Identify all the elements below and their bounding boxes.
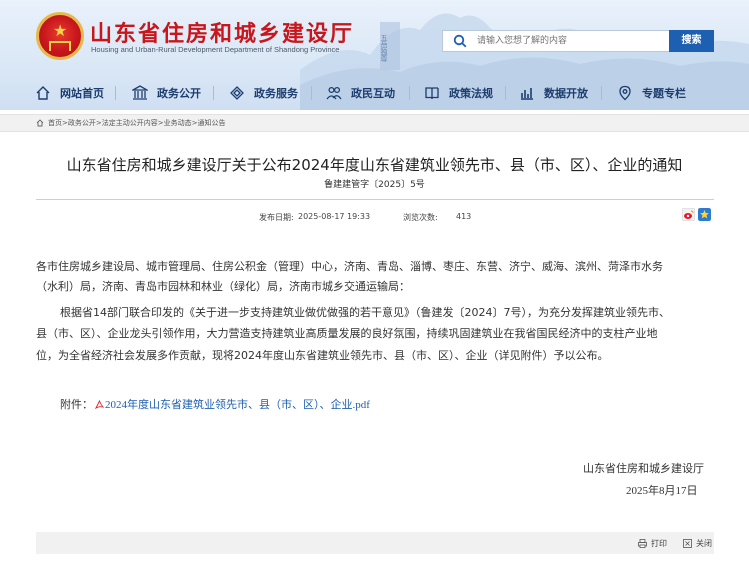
body-paragraph-line: 位，为全省经济社会发展多作贡献，现将2024年度山东省建筑业领先市、县（市、区）… — [36, 349, 609, 362]
national-emblem-logo: ★ — [36, 12, 84, 60]
site-subtitle: Housing and Urban-Rural Development Depa… — [91, 45, 340, 54]
signer: 山东省住房和城乡建设厅 — [583, 462, 704, 475]
service-icon — [230, 86, 244, 100]
views-count: 413 — [456, 212, 472, 221]
recipients-line: （水利）局，济南、青岛市园林和林业（绿化）局，济南市城乡交通运输局： — [36, 280, 410, 293]
search-box[interactable] — [442, 30, 670, 52]
attachment-label: 附件： — [60, 398, 93, 411]
nav-divider — [311, 86, 312, 100]
nav-label: 网站首页 — [60, 87, 104, 100]
chart-icon — [521, 88, 533, 100]
publish-date-label: 发布日期: — [259, 213, 294, 222]
close-label: 关闭 — [696, 539, 712, 548]
site-header: 五岳独尊 ★ 山东省住房和城乡建设厅 Housing and Urban-Rur… — [0, 0, 749, 110]
nav-item-policy[interactable]: 政策法规 — [424, 78, 493, 108]
search-button[interactable]: 搜索 — [669, 30, 714, 52]
pdf-icon — [95, 399, 104, 409]
attachment-link[interactable]: 2024年度山东省建筑业领先市、县（市、区）、企业.pdf — [105, 396, 370, 412]
print-button[interactable]: 打印 — [638, 538, 667, 549]
breadcrumb-bar: 首页>政务公开>法定主动公开内容>业务动态>通知公告 — [0, 114, 749, 132]
nav-divider — [409, 86, 410, 100]
site-title[interactable]: 山东省住房和城乡建设厅 — [90, 16, 354, 48]
title-divider — [36, 199, 714, 200]
nav-divider — [601, 86, 602, 100]
book-icon — [425, 87, 439, 100]
nav-divider — [505, 86, 506, 100]
nav-item-gov-open[interactable]: 政务公开 — [132, 78, 201, 108]
main-nav: 网站首页 政务公开 政务服务 政民互动 政策法规 数据开放 专题专栏 — [0, 78, 749, 108]
weibo-share-icon[interactable] — [682, 208, 695, 221]
nav-label: 专题专栏 — [642, 87, 686, 100]
nav-label: 政策法规 — [449, 87, 493, 100]
nav-item-interaction[interactable]: 政民互动 — [326, 78, 395, 108]
star-icon: ★ — [53, 21, 68, 40]
favorite-star-icon[interactable] — [698, 208, 711, 221]
print-label: 打印 — [651, 539, 667, 548]
action-bar: 打印 关闭 — [36, 532, 714, 554]
home-icon — [36, 119, 44, 127]
nav-item-gov-service[interactable]: 政务服务 — [229, 78, 298, 108]
nav-label: 数据开放 — [544, 87, 588, 100]
breadcrumb-path[interactable]: 首页>政务公开>法定主动公开内容>业务动态>通知公告 — [48, 118, 225, 128]
people-icon — [326, 86, 342, 100]
home-icon — [36, 86, 50, 100]
nav-divider — [115, 86, 116, 100]
nav-item-data[interactable]: 数据开放 — [519, 78, 588, 108]
recipients-line: 各市住房城乡建设局、城市管理局、住房公积金（管理）中心，济南、青岛、淄博、枣庄、… — [36, 260, 663, 273]
article-title: 山东省住房和城乡建设厅关于公布2024年度山东省建筑业领先市、县（市、区）、企业… — [66, 156, 683, 174]
print-icon — [638, 539, 647, 548]
nav-label: 政务服务 — [254, 87, 298, 100]
nav-item-special[interactable]: 专题专栏 — [617, 78, 686, 108]
views-label: 浏览次数: — [403, 213, 438, 222]
body-paragraph-line: 根据省14部门联合印发的《关于进一步支持建筑业做优做强的若干意见》（鲁建发〔20… — [60, 306, 670, 319]
gate-icon — [49, 41, 71, 51]
close-icon — [683, 539, 692, 548]
breadcrumb: 首页>政务公开>法定主动公开内容>业务动态>通知公告 — [36, 118, 225, 128]
body-paragraph-line: 县（市、区）、企业龙头引领作用，大力营造支持建筑业高质量发展的良好氛围，持续巩固… — [36, 327, 658, 340]
pin-icon — [619, 85, 631, 101]
nav-divider — [213, 86, 214, 100]
attachment: 附件： 2024年度山东省建筑业领先市、县（市、区）、企业.pdf — [60, 396, 370, 412]
nav-label: 政务公开 — [157, 87, 201, 100]
publish-date: 2025-08-17 19:33 — [298, 212, 371, 221]
mountain-inscription: 五岳独尊 — [380, 34, 388, 63]
nav-item-home[interactable]: 网站首页 — [35, 78, 104, 108]
doc-number: 鲁建建管字〔2025〕5号 — [324, 180, 425, 190]
sign-date: 2025年8月17日 — [626, 485, 698, 497]
nav-label: 政民互动 — [351, 87, 395, 100]
building-icon — [132, 85, 148, 100]
close-button[interactable]: 关闭 — [683, 538, 712, 549]
search-input[interactable] — [477, 33, 665, 49]
search-icon — [453, 34, 467, 48]
